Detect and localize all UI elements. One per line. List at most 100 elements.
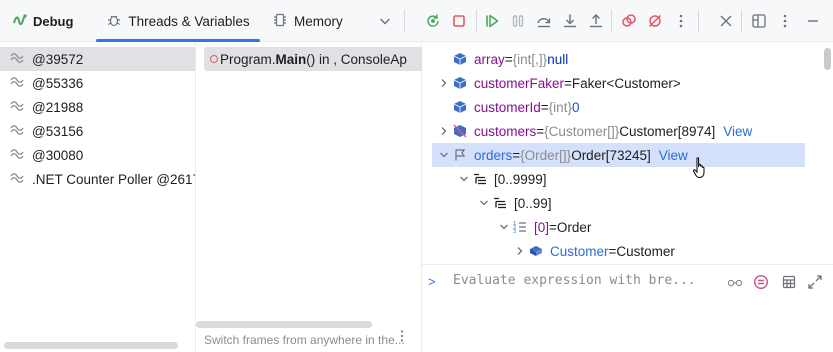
frame-method: Main — [275, 51, 307, 67]
chevron-down-icon[interactable] — [436, 150, 452, 160]
variable-row[interactable]: [0..99] — [476, 191, 552, 215]
frames-hint: Switch frames from anywhere in the... — [204, 333, 405, 347]
thread-label: .NET Counter Poller @2617 — [32, 171, 195, 187]
variable-row[interactable]: [0..9999] — [456, 167, 547, 191]
variable-row-selected[interactable]: orders = {Order[]} Order[73245] View — [432, 143, 805, 167]
variable-name: customerId — [474, 99, 541, 115]
step-out-icon[interactable] — [587, 12, 605, 30]
property-icon — [528, 243, 544, 259]
evaluate-input[interactable]: Evaluate expression with bre... — [453, 273, 696, 288]
thread-icon — [10, 123, 24, 140]
variable-row[interactable]: customerFaker = Faker<Customer> — [436, 71, 681, 95]
stop-icon[interactable] — [450, 12, 468, 30]
chevron-right-icon[interactable] — [436, 126, 452, 136]
variable-op: = — [564, 75, 572, 91]
variable-row[interactable]: customerId = {int} 0 — [436, 95, 579, 119]
tab-threads-variables-label: Threads & Variables — [128, 13, 250, 29]
threads-panel: @39572 @55336 @21988 @53156 @30080 .NET … — [0, 42, 196, 352]
frames-panel: Program. Main() in , ConsoleAp Switch fra… — [196, 42, 422, 352]
view-link[interactable]: View — [659, 148, 688, 163]
toolbar-separator — [476, 10, 477, 32]
variable-value: null — [547, 51, 569, 67]
minimize-icon[interactable] — [804, 12, 822, 30]
stop-evaluation-icon[interactable] — [752, 273, 770, 291]
variable-name: Customer — [550, 243, 609, 259]
glasses-icon[interactable] — [726, 273, 744, 291]
variable-value: Customer — [616, 243, 675, 259]
vertical-scrollbar[interactable] — [824, 48, 831, 70]
tab-threads-variables[interactable]: Threads & Variables — [96, 0, 260, 42]
chevron-down-icon[interactable] — [476, 198, 492, 208]
debug-toolbar: Debug Threads & Variables Memory — [0, 0, 833, 42]
tab-memory-label: Memory — [294, 13, 343, 29]
expand-icon[interactable] — [806, 273, 824, 291]
variable-op: = — [536, 123, 545, 139]
chevron-right-icon[interactable] — [436, 78, 452, 88]
thread-label: @30080 — [32, 147, 84, 163]
thread-item[interactable]: @39572 — [0, 47, 195, 71]
debug-title: Debug — [12, 0, 73, 42]
variable-row[interactable]: customers = {Customer[]} Customer[8974] V… — [436, 119, 752, 143]
view-link[interactable]: View — [723, 124, 752, 139]
tab-memory[interactable]: Memory — [270, 0, 360, 42]
variable-row[interactable]: array = {int[,]} null — [436, 47, 568, 71]
thread-icon — [10, 147, 24, 164]
thread-label: @55336 — [32, 75, 84, 91]
element-index: [0] — [534, 219, 550, 235]
toolbar-separator — [404, 10, 405, 32]
thread-icon — [10, 171, 24, 188]
variable-name: array — [474, 51, 505, 67]
step-over-icon[interactable] — [535, 12, 553, 30]
hint-more-icon[interactable] — [397, 329, 407, 346]
variable-op: = — [512, 147, 521, 163]
debug-title-label: Debug — [33, 13, 74, 29]
more-options-icon[interactable] — [672, 12, 690, 30]
thread-icon — [10, 51, 24, 68]
variable-value: Order[73245] — [571, 147, 651, 163]
thread-item[interactable]: @55336 — [0, 71, 195, 95]
thread-item[interactable]: @21988 — [0, 95, 195, 119]
pause-icon[interactable] — [509, 12, 527, 30]
options-menu-icon[interactable] — [776, 12, 794, 30]
flag-icon — [452, 147, 468, 163]
variable-type: {int} — [548, 99, 572, 115]
variable-row[interactable]: 123 [0] = Order — [496, 215, 591, 239]
variable-name: customers — [474, 123, 537, 139]
variable-op: = — [608, 243, 617, 259]
mute-breakpoints-icon[interactable] — [646, 12, 664, 30]
thread-item[interactable]: @53156 — [0, 119, 195, 143]
horizontal-scrollbar[interactable] — [196, 321, 372, 328]
hand-cursor-icon — [692, 156, 710, 183]
thread-label: @21988 — [32, 99, 84, 115]
view-breakpoints-icon[interactable] — [620, 12, 638, 30]
field-icon — [452, 99, 468, 115]
chevron-down-icon[interactable] — [377, 13, 393, 32]
thread-item[interactable]: @30080 — [0, 143, 195, 167]
layout-icon[interactable] — [750, 12, 768, 30]
chevron-right-icon[interactable] — [512, 246, 528, 256]
variable-value: Order — [556, 219, 592, 235]
horizontal-scrollbar[interactable] — [4, 342, 178, 349]
variable-op: = — [540, 99, 549, 115]
close-icon[interactable] — [717, 12, 735, 30]
variables-panel: array = {int[,]} null customerFaker = Fa… — [422, 42, 833, 352]
chevron-down-icon[interactable] — [496, 222, 512, 232]
resume-icon[interactable] — [483, 12, 501, 30]
frame-suffix: () in , ConsoleAp — [306, 51, 407, 67]
step-into-icon[interactable] — [561, 12, 579, 30]
thread-item[interactable]: .NET Counter Poller @2617 — [0, 167, 195, 191]
toolbar-separator — [741, 10, 742, 32]
variable-value: Customer[8974] — [619, 123, 716, 139]
calculator-icon[interactable] — [780, 273, 798, 291]
thread-label: @53156 — [32, 123, 84, 139]
chevron-down-icon[interactable] — [456, 174, 472, 184]
variable-op: = — [549, 219, 557, 235]
bug-icon — [106, 12, 122, 31]
rerun-icon[interactable] — [424, 12, 442, 30]
variable-row[interactable]: Customer = Customer — [512, 239, 675, 263]
range-icon — [472, 171, 488, 187]
toolbar-separator — [611, 10, 612, 32]
variable-type: {int[,]} — [512, 51, 548, 67]
field-icon — [452, 75, 468, 91]
frame-item[interactable]: Program. Main() in , ConsoleAp — [204, 47, 422, 71]
